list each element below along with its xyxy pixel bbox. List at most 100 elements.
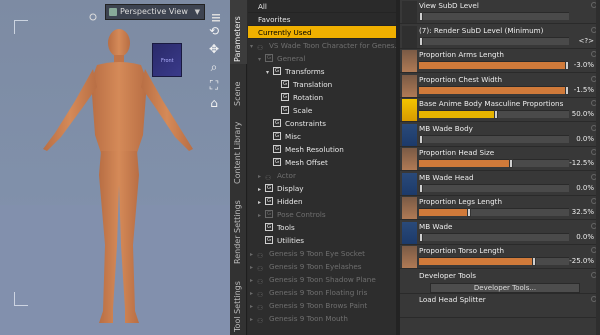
parameter-thumbnail xyxy=(402,221,417,244)
parameter-label: Proportion Chest Width xyxy=(419,74,503,84)
expand-arrow-icon[interactable]: ▾ xyxy=(250,40,257,52)
slider-handle[interactable] xyxy=(419,232,423,242)
slider-handle[interactable] xyxy=(509,159,513,168)
parameter-slider[interactable] xyxy=(419,61,569,70)
tree-item[interactable]: ▾ ⚇ VS Wade Toon Character for Genes... xyxy=(248,39,396,52)
parameter-label: MB Wade xyxy=(419,221,453,231)
parameter-label: Base Anime Body Masculine Proportions xyxy=(419,99,564,108)
tree-item[interactable]: G Mesh Resolution xyxy=(248,143,396,156)
collapse-arrow-icon[interactable]: ▸ xyxy=(250,313,257,325)
expand-arrow-icon[interactable]: ▾ xyxy=(258,53,265,65)
tab-content-library[interactable]: Content Library xyxy=(230,118,247,186)
tree-item[interactable]: ▸ G Pose Controls xyxy=(248,208,396,221)
home-icon[interactable]: ⌂ xyxy=(207,96,221,110)
3d-viewport[interactable]: Perspective View ▼ Front ⟲ ✥ ⌕ ⛶ ⌂ xyxy=(0,0,230,335)
tree-item[interactable]: G Misc xyxy=(248,130,396,143)
tree-item[interactable]: ▸ ⚇ Genesis 9 Toon Brows Paint xyxy=(248,299,396,312)
collapse-arrow-icon[interactable]: ▸ xyxy=(250,287,257,299)
parameter-value[interactable]: 50.0% xyxy=(572,110,594,118)
parameter-slider[interactable] xyxy=(419,85,569,95)
collapse-arrow-icon[interactable]: ▸ xyxy=(258,183,265,195)
parameters-list: View SubD Level (7): Render SubD Level (M… xyxy=(400,0,600,335)
zoom-icon[interactable]: ⌕ xyxy=(207,60,221,74)
tree-item[interactable]: ▸ ⚇ Genesis 9 Toon Shadow Plane xyxy=(248,273,396,286)
parameter-slider[interactable] xyxy=(419,159,569,168)
tree-item[interactable]: Currently Used xyxy=(248,26,396,39)
parameter-slider[interactable] xyxy=(419,12,569,21)
parameter-slider[interactable] xyxy=(419,183,569,193)
collapse-arrow-icon[interactable]: ▸ xyxy=(250,274,257,286)
collapse-arrow-icon[interactable]: ▸ xyxy=(250,248,257,260)
slider-handle[interactable] xyxy=(531,257,536,266)
tree-item[interactable]: G Tools xyxy=(248,221,396,234)
camera-options-icon[interactable] xyxy=(88,7,98,21)
frame-icon[interactable]: ⛶ xyxy=(207,78,221,92)
slider-handle[interactable] xyxy=(419,183,423,193)
tab-render-settings[interactable]: Render Settings xyxy=(230,196,247,266)
parameter-value[interactable]: -3.0% xyxy=(574,61,594,69)
parameter-slider[interactable] xyxy=(419,134,569,144)
pan-icon[interactable]: ✥ xyxy=(207,42,221,56)
tree-item[interactable]: ▸ ⚇ Actor xyxy=(248,169,396,182)
parameter-slider[interactable] xyxy=(419,208,569,217)
parameter-slider[interactable] xyxy=(419,257,569,266)
parameter-value[interactable]: -1.5% xyxy=(574,86,594,94)
parameter-slider[interactable] xyxy=(419,36,569,46)
viewport-menu-icon[interactable] xyxy=(211,7,221,22)
tab-tool-settings[interactable]: Tool Settings xyxy=(230,276,247,334)
tree-item[interactable]: ▾ G General xyxy=(248,52,396,65)
tree-item[interactable]: ▸ ⚇ Genesis 9 Toon Floating Iris xyxy=(248,286,396,299)
tree-item[interactable]: Favorites xyxy=(248,13,396,26)
figure-icon: ⚇ xyxy=(257,291,264,299)
tree-item[interactable]: G Mesh Offset xyxy=(248,156,396,169)
parameter-value[interactable]: 32.5% xyxy=(572,208,594,216)
parameter-slider[interactable] xyxy=(419,110,569,119)
slider-handle[interactable] xyxy=(419,36,423,46)
tree-item[interactable]: G Constraints xyxy=(248,117,396,130)
parameter-row: MB Wade 0.0% xyxy=(400,221,600,245)
tree-item[interactable]: ▸ ⚇ Genesis 9 Toon Eye Socket xyxy=(248,247,396,260)
parameter-value[interactable]: 0.0% xyxy=(576,135,594,143)
tab-parameters[interactable]: Parameters xyxy=(230,0,247,64)
tree-item[interactable]: ▸ G Display xyxy=(248,182,396,195)
developer-tools-button[interactable]: Developer Tools... xyxy=(430,282,580,293)
collapse-arrow-icon[interactable]: ▸ xyxy=(258,209,265,221)
slider-handle[interactable] xyxy=(564,61,569,70)
tree-item[interactable]: G Scale xyxy=(248,104,396,117)
slider-handle[interactable] xyxy=(494,110,498,119)
tree-item[interactable]: All xyxy=(248,0,396,13)
collapse-arrow-icon[interactable]: ▸ xyxy=(250,300,257,312)
figure-icon: ⚇ xyxy=(257,304,264,312)
collapse-arrow-icon[interactable]: ▸ xyxy=(258,170,265,182)
parameter-slider[interactable] xyxy=(419,232,569,242)
view-cube[interactable]: Front xyxy=(152,43,182,77)
parameter-value[interactable]: -12.5% xyxy=(569,159,594,167)
slider-handle[interactable] xyxy=(419,134,423,144)
tree-item[interactable]: ▸ ⚇ Genesis 9 Toon Eyelashes xyxy=(248,260,396,273)
expand-arrow-icon[interactable]: ▾ xyxy=(266,66,273,78)
view-select-dropdown[interactable]: Perspective View ▼ xyxy=(105,4,205,20)
tree-item[interactable]: ▸ G Hidden xyxy=(248,195,396,208)
tree-item-label: General xyxy=(277,54,306,63)
tree-item[interactable]: G Rotation xyxy=(248,91,396,104)
parameter-value[interactable]: <?> xyxy=(579,37,594,45)
slider-handle[interactable] xyxy=(467,208,471,217)
collapse-arrow-icon[interactable]: ▸ xyxy=(250,261,257,273)
tree-item[interactable]: ▸ ⚇ Genesis 9 Toon Mouth xyxy=(248,312,396,325)
orbit-icon[interactable]: ⟲ xyxy=(207,24,221,38)
parameter-value[interactable]: -25.0% xyxy=(569,257,594,265)
daz-studio-window: Perspective View ▼ Front ⟲ ✥ ⌕ ⛶ ⌂ Param… xyxy=(0,0,600,335)
tree-item-label: Transforms xyxy=(285,67,325,76)
parameter-value[interactable]: 0.0% xyxy=(576,184,594,192)
tree-item[interactable]: ▾ G Transforms xyxy=(248,65,396,78)
slider-handle[interactable] xyxy=(565,85,569,95)
parameter-row: (7): Render SubD Level (Minimum) <?> xyxy=(400,25,600,49)
tab-scene[interactable]: Scene xyxy=(230,68,247,108)
tree-item[interactable]: G Translation xyxy=(248,78,396,91)
slider-handle[interactable] xyxy=(419,12,423,21)
collapse-arrow-icon[interactable]: ▸ xyxy=(258,196,265,208)
tree-item[interactable]: G Utilities xyxy=(248,234,396,247)
parameter-value[interactable]: 0.0% xyxy=(576,233,594,241)
scrollbar[interactable] xyxy=(596,0,600,335)
group-icon: G xyxy=(273,119,281,127)
